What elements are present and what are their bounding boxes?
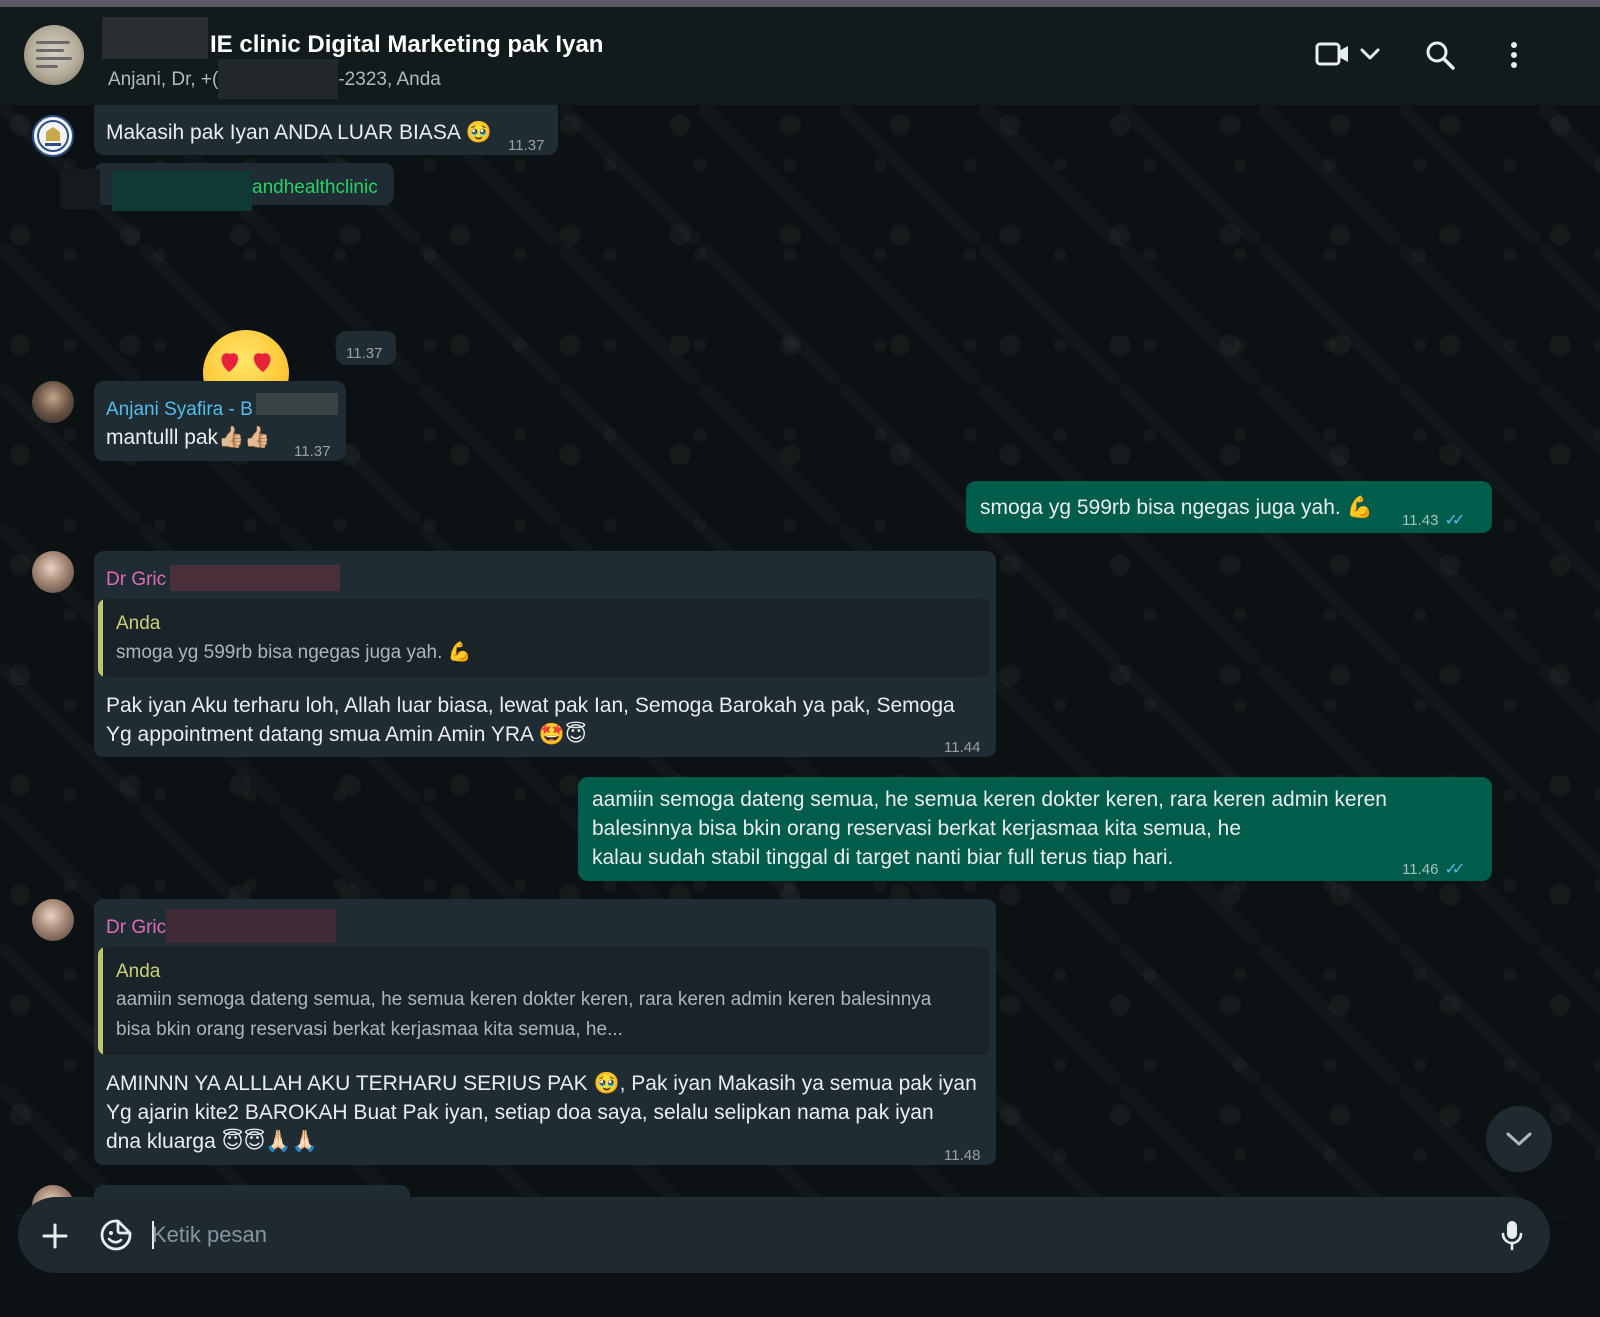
emoji: 💪 <box>1346 495 1373 519</box>
members-end: -2323, Anda <box>338 69 441 90</box>
message-text: smoga yg 599rb bisa ngegas juga yah. <box>980 496 1341 519</box>
members-start: Anjani, Dr, +( <box>108 69 219 90</box>
message-meta: 11.43 ✓✓ <box>1402 506 1465 535</box>
microphone-icon <box>1501 1221 1523 1251</box>
emoji: 💪 <box>447 641 472 663</box>
quoted-text: aamiin semoga dateng semua, he semua ker… <box>116 989 932 1040</box>
time-pill: 11.37 <box>336 331 396 365</box>
redacted-block <box>256 393 338 415</box>
sender-name[interactable]: andhealthclinic <box>252 173 378 202</box>
sticker-icon <box>100 1219 132 1251</box>
quoted-sender: Anda <box>116 961 161 982</box>
message-bubble-incoming[interactable]: Dr Gric Anda aamiin semoga dateng semua,… <box>94 899 996 1165</box>
quoted-sender: Anda <box>116 613 161 634</box>
message-time: 11.43 <box>1402 512 1439 529</box>
video-call-button[interactable] <box>1312 37 1388 73</box>
quoted-message[interactable]: Anda aamiin semoga dateng semua, he semu… <box>98 947 990 1055</box>
group-avatar[interactable] <box>24 25 84 85</box>
search-icon <box>1426 41 1455 70</box>
sender-avatar[interactable] <box>32 899 74 941</box>
sender-name[interactable]: Dr Gric <box>106 913 166 942</box>
message-time: 11.44 <box>944 739 981 756</box>
menu-button[interactable] <box>1500 37 1528 73</box>
emoji: 👍🏼👍🏼 <box>218 425 271 449</box>
quoted-text: smoga yg 599rb bisa ngegas juga yah. 💪 <box>116 641 472 663</box>
sender-avatar[interactable] <box>32 551 74 593</box>
redacted-block <box>60 169 100 209</box>
message-bubble-outgoing[interactable]: smoga yg 599rb bisa ngegas juga yah. 💪 1… <box>966 481 1492 533</box>
chat-header[interactable]: IE clinic Digital Marketing pak Iyan Anj… <box>0 7 1600 105</box>
emoji: 🥹 <box>593 1071 620 1095</box>
clinic-logo-icon <box>37 120 69 152</box>
message-text: AMINNN YA ALLLAH AKU TERHARU SERIUS PAK … <box>106 1071 977 1153</box>
message-time: 11.46 <box>1402 861 1439 878</box>
scroll-to-bottom-button[interactable] <box>1486 1106 1552 1172</box>
redacted-block <box>218 59 338 99</box>
message-text: mantulll pak <box>106 426 219 449</box>
emoji: 😇😇🙏🏻🙏🏻 <box>221 1129 318 1153</box>
chevron-down-icon <box>1506 1132 1532 1146</box>
message-bubble-incoming[interactable]: Makasih pak Iyan ANDA LUAR BIASA 🥹 11.37 <box>94 105 558 155</box>
message-time: 11.37 <box>508 137 545 154</box>
sender-name[interactable]: Dr Gric <box>106 565 166 594</box>
video-call-icon <box>1315 42 1380 66</box>
group-title[interactable]: IE clinic Digital Marketing pak Iyan <box>210 31 603 59</box>
message-time: 11.37 <box>294 443 331 460</box>
message-bubble-outgoing[interactable]: aamiin semoga dateng semua, he semua ker… <box>578 777 1492 881</box>
search-button[interactable] <box>1422 37 1458 73</box>
message-composer[interactable] <box>18 1197 1550 1273</box>
sticker-button[interactable] <box>96 1215 136 1255</box>
sender-avatar[interactable] <box>32 115 74 157</box>
redacted-block <box>166 909 336 943</box>
message-text: Pak iyan Aku terharu loh, Allah luar bia… <box>106 694 955 746</box>
window-top-strip <box>0 0 1600 7</box>
sender-avatar[interactable] <box>32 381 74 423</box>
sender-name[interactable]: Anjani Syafira - B <box>106 395 253 424</box>
read-receipt-icon: ✓✓ <box>1444 512 1465 529</box>
emoji: 🤩😇 <box>538 722 587 746</box>
message-input[interactable] <box>152 1215 1452 1255</box>
message-bubble-incoming[interactable]: Dr Gric Anda smoga yg 599rb bisa ngegas … <box>94 551 996 757</box>
message-text: Makasih pak Iyan ANDA LUAR BIASA <box>106 121 460 144</box>
redacted-block <box>102 17 208 59</box>
chevron-down-icon <box>1360 48 1380 60</box>
menu-icon <box>1511 42 1517 68</box>
message-time: 11.37 <box>346 345 383 362</box>
read-receipt-icon: ✓✓ <box>1444 861 1465 878</box>
emoji: 🥹 <box>465 120 492 144</box>
voice-message-button[interactable] <box>1492 1215 1532 1255</box>
quoted-message[interactable]: Anda smoga yg 599rb bisa ngegas juga yah… <box>98 599 990 677</box>
message-text: aamiin semoga dateng semua, he semua ker… <box>592 788 1387 869</box>
message-meta: 11.46 ✓✓ <box>1402 855 1465 884</box>
message-time: 11.48 <box>944 1147 981 1164</box>
chat-area[interactable]: Makasih pak Iyan ANDA LUAR BIASA 🥹 11.37… <box>0 105 1600 1217</box>
redacted-block <box>170 565 340 591</box>
attach-button[interactable] <box>36 1217 74 1255</box>
redacted-block <box>112 171 252 211</box>
plus-icon <box>42 1223 68 1249</box>
